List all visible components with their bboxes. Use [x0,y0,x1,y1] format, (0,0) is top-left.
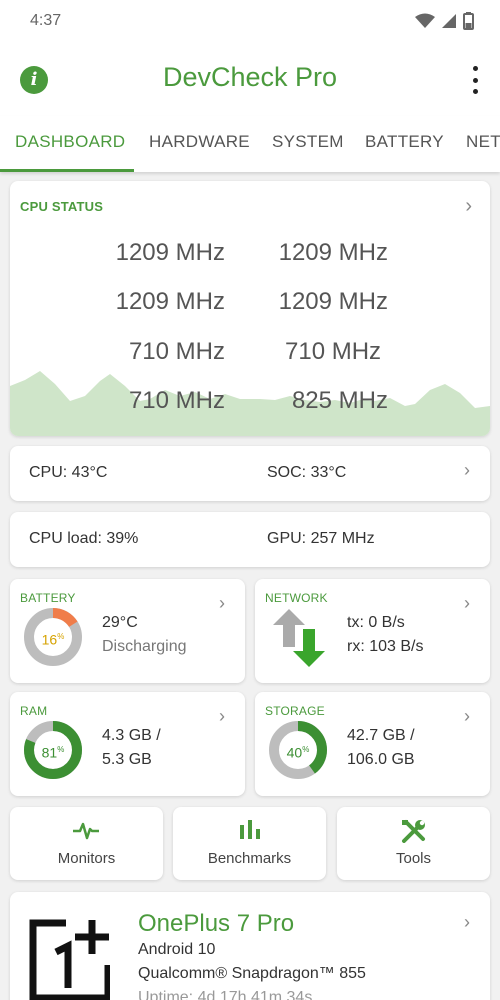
battery-state: Discharging [102,638,187,655]
chevron-right-icon: › [464,460,470,480]
chevron-right-icon: › [219,593,225,613]
wrench-screwdriver-icon [402,820,425,843]
network-label: NETWORK [265,591,328,605]
storage-card[interactable]: STORAGE › 40% 42.7 GB / 106.0 GB [255,692,490,796]
system-icons [415,12,474,30]
battery-percent-value: 16 [41,631,58,648]
chevron-right-icon: › [219,706,225,726]
oneplus-logo [29,919,110,1000]
battery-temp: 29°C [102,614,138,631]
chevron-right-icon: › [464,912,470,932]
monitors-label: Monitors [57,850,116,867]
benchmarks-label: Benchmarks [207,850,292,867]
battery-label: BATTERY [20,591,76,605]
tab-hardware[interactable]: HARDWARE [149,132,250,152]
cpu-load: CPU load: 39% [29,530,139,547]
network-card[interactable]: NETWORK › tx: 0 B/s rx: 103 B/s [255,579,490,683]
device-name: OnePlus 7 Pro [138,910,295,937]
overflow-menu-icon[interactable] [470,66,480,94]
cell-signal-icon [442,14,456,28]
tab-indicator [0,169,134,172]
chevron-right-icon: › [464,706,470,726]
tab-system[interactable]: SYSTEM [272,132,344,152]
network-tx: tx: 0 B/s [347,614,405,631]
temperature-card[interactable]: CPU: 43°C SOC: 33°C › [10,446,490,501]
cpu-temp: CPU: 43°C [29,464,108,481]
chevron-right-icon: › [465,195,472,217]
core-freq: 1209 MHz [278,288,388,315]
core-freq: 1209 MHz [115,239,225,266]
storage-percent: 40% [286,744,310,761]
wifi-icon [415,13,435,28]
monitors-button[interactable]: Monitors [10,807,163,880]
cpu-status-card[interactable]: CPU STATUS › 1209 MHz 1209 MHz 1209 MHz … [10,181,490,436]
gpu-freq: GPU: 257 MHz [267,530,375,547]
tab-network[interactable]: NETWORK [466,132,500,152]
battery-percent: 16% [41,631,65,648]
app-title: DevCheck Pro [162,62,338,92]
ram-total: 5.3 GB [102,751,152,768]
core-freq: 825 MHz [291,387,388,414]
ram-label: RAM [20,704,48,718]
core-freq: 1209 MHz [115,288,225,315]
chevron-right-icon: › [464,593,470,613]
storage-percent-value: 40 [286,744,303,761]
core-freq: 710 MHz [128,387,225,414]
cpu-status-label: CPU STATUS [20,199,104,214]
ram-card[interactable]: RAM › 81% 4.3 GB / 5.3 GB [10,692,245,796]
device-chip: Qualcomm® Snapdragon™ 855 [138,965,366,982]
device-os: Android 10 [138,941,216,958]
device-card[interactable]: OnePlus 7 Pro › Android 10 Qualcomm® Sna… [10,892,490,1000]
core-freq: 710 MHz [128,338,225,365]
bar-chart-icon [240,820,260,839]
ram-percent: 81% [41,744,65,761]
battery-status-icon [463,12,474,30]
app-bar: i DevCheck Pro [0,44,500,116]
tab-bar: DASHBOARD HARDWARE SYSTEM BATTERY NETWOR… [0,116,500,172]
storage-used: 42.7 GB / [347,727,415,744]
network-rx: rx: 103 B/s [347,638,424,655]
soc-temp: SOC: 33°C [267,464,347,481]
ram-used: 4.3 GB / [102,727,161,744]
storage-label: STORAGE [265,704,325,718]
status-bar: 4:37 [0,0,500,44]
benchmarks-button[interactable]: Benchmarks [173,807,326,880]
ram-percent-value: 81 [41,744,58,761]
tab-battery[interactable]: BATTERY [365,132,444,152]
battery-card[interactable]: BATTERY › 16% 29°C Discharging [10,579,245,683]
storage-total: 106.0 GB [347,751,415,768]
status-time: 4:37 [30,12,62,29]
tools-button[interactable]: Tools [337,807,490,880]
device-uptime: Uptime: 4d 17h 41m 34s [138,989,313,1000]
core-freq: 1209 MHz [278,239,388,266]
up-down-arrows-icon [273,609,325,667]
pulse-icon [73,822,99,840]
tab-dashboard[interactable]: DASHBOARD [15,132,125,152]
tools-label: Tools [395,850,432,867]
load-card: CPU load: 39% GPU: 257 MHz [10,512,490,567]
core-freq: 710 MHz [285,338,382,365]
